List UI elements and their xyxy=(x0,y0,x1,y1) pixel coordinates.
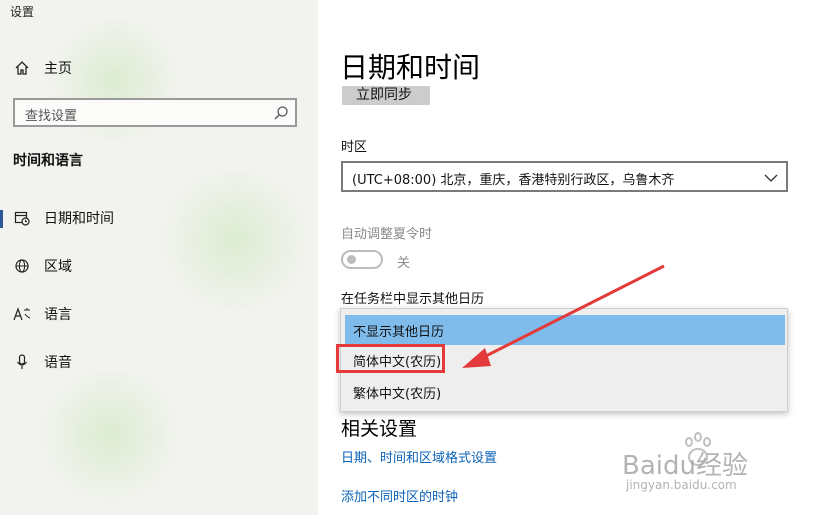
timezone-value: (UTC+08:00) 北京，重庆，香港特别行政区，乌鲁木齐 xyxy=(352,173,675,188)
sidebar-item-label: 主页 xyxy=(44,61,72,77)
dst-label: 自动调整夏令时 xyxy=(341,227,433,242)
related-settings-title: 相关设置 xyxy=(341,418,418,440)
sync-now-label: 立即同步 xyxy=(356,87,412,103)
globe-icon xyxy=(13,257,31,275)
sidebar-item-date-time[interactable]: 日期和时间 xyxy=(0,203,318,233)
home-icon xyxy=(13,59,31,77)
background-blob xyxy=(150,170,318,310)
timezone-label: 时区 xyxy=(341,140,368,155)
toggle-knob xyxy=(347,255,356,264)
calendar-option-simplified-lunar[interactable]: 简体中文(农历) xyxy=(345,345,785,375)
calendar-option-none[interactable]: 不显示其他日历 xyxy=(345,315,785,345)
option-label: 简体中文(农历) xyxy=(353,355,442,370)
window-title: 设置 xyxy=(10,5,35,19)
region-format-link[interactable]: 日期、时间和区域格式设置 xyxy=(341,447,497,466)
chevron-down-icon xyxy=(764,170,778,189)
section-label: 时间和语言 xyxy=(13,153,83,169)
background-blob xyxy=(30,370,190,500)
option-label: 繁体中文(农历) xyxy=(353,387,442,402)
add-clocks-link[interactable]: 添加不同时区的时钟 xyxy=(341,486,458,505)
sidebar: 设置 主页 查找设置 时间和语言 日期和时间 区域 语言 语音 xyxy=(0,0,318,515)
sidebar-item-label: 语音 xyxy=(44,355,72,371)
sidebar-item-speech[interactable]: 语音 xyxy=(0,347,318,377)
timezone-select[interactable]: (UTC+08:00) 北京，重庆，香港特别行政区，乌鲁木齐 xyxy=(341,161,788,192)
language-icon xyxy=(13,305,31,323)
sidebar-item-label: 区域 xyxy=(44,259,72,275)
sidebar-item-region[interactable]: 区域 xyxy=(0,251,318,281)
search-input[interactable]: 查找设置 xyxy=(13,98,297,127)
calendar-clock-icon xyxy=(13,209,31,227)
dst-toggle[interactable] xyxy=(341,250,383,269)
sidebar-item-home[interactable]: 主页 xyxy=(0,54,318,82)
main-content: 立即同步 日期和时间 时区 (UTC+08:00) 北京，重庆，香港特别行政区，… xyxy=(318,0,814,515)
calendar-option-traditional-lunar[interactable]: 繁体中文(农历) xyxy=(345,377,785,407)
search-icon[interactable] xyxy=(273,105,289,125)
calendar-dropdown[interactable]: 不显示其他日历 简体中文(农历) 繁体中文(农历) xyxy=(340,308,788,412)
sidebar-item-language[interactable]: 语言 xyxy=(0,299,318,329)
sidebar-item-label: 语言 xyxy=(44,307,72,323)
sidebar-item-label: 日期和时间 xyxy=(44,211,114,227)
dst-toggle-state: 关 xyxy=(397,256,411,271)
sync-now-button[interactable]: 立即同步 xyxy=(342,86,430,105)
option-label: 不显示其他日历 xyxy=(353,325,445,340)
search-placeholder: 查找设置 xyxy=(25,109,78,124)
page-title: 日期和时间 xyxy=(340,51,481,84)
calendar-label: 在任务栏中显示其他日历 xyxy=(341,292,485,307)
settings-window: 设置 主页 查找设置 时间和语言 日期和时间 区域 语言 语音 立即同步 日期和… xyxy=(0,0,814,515)
active-indicator xyxy=(0,210,3,228)
microphone-icon xyxy=(13,353,31,371)
